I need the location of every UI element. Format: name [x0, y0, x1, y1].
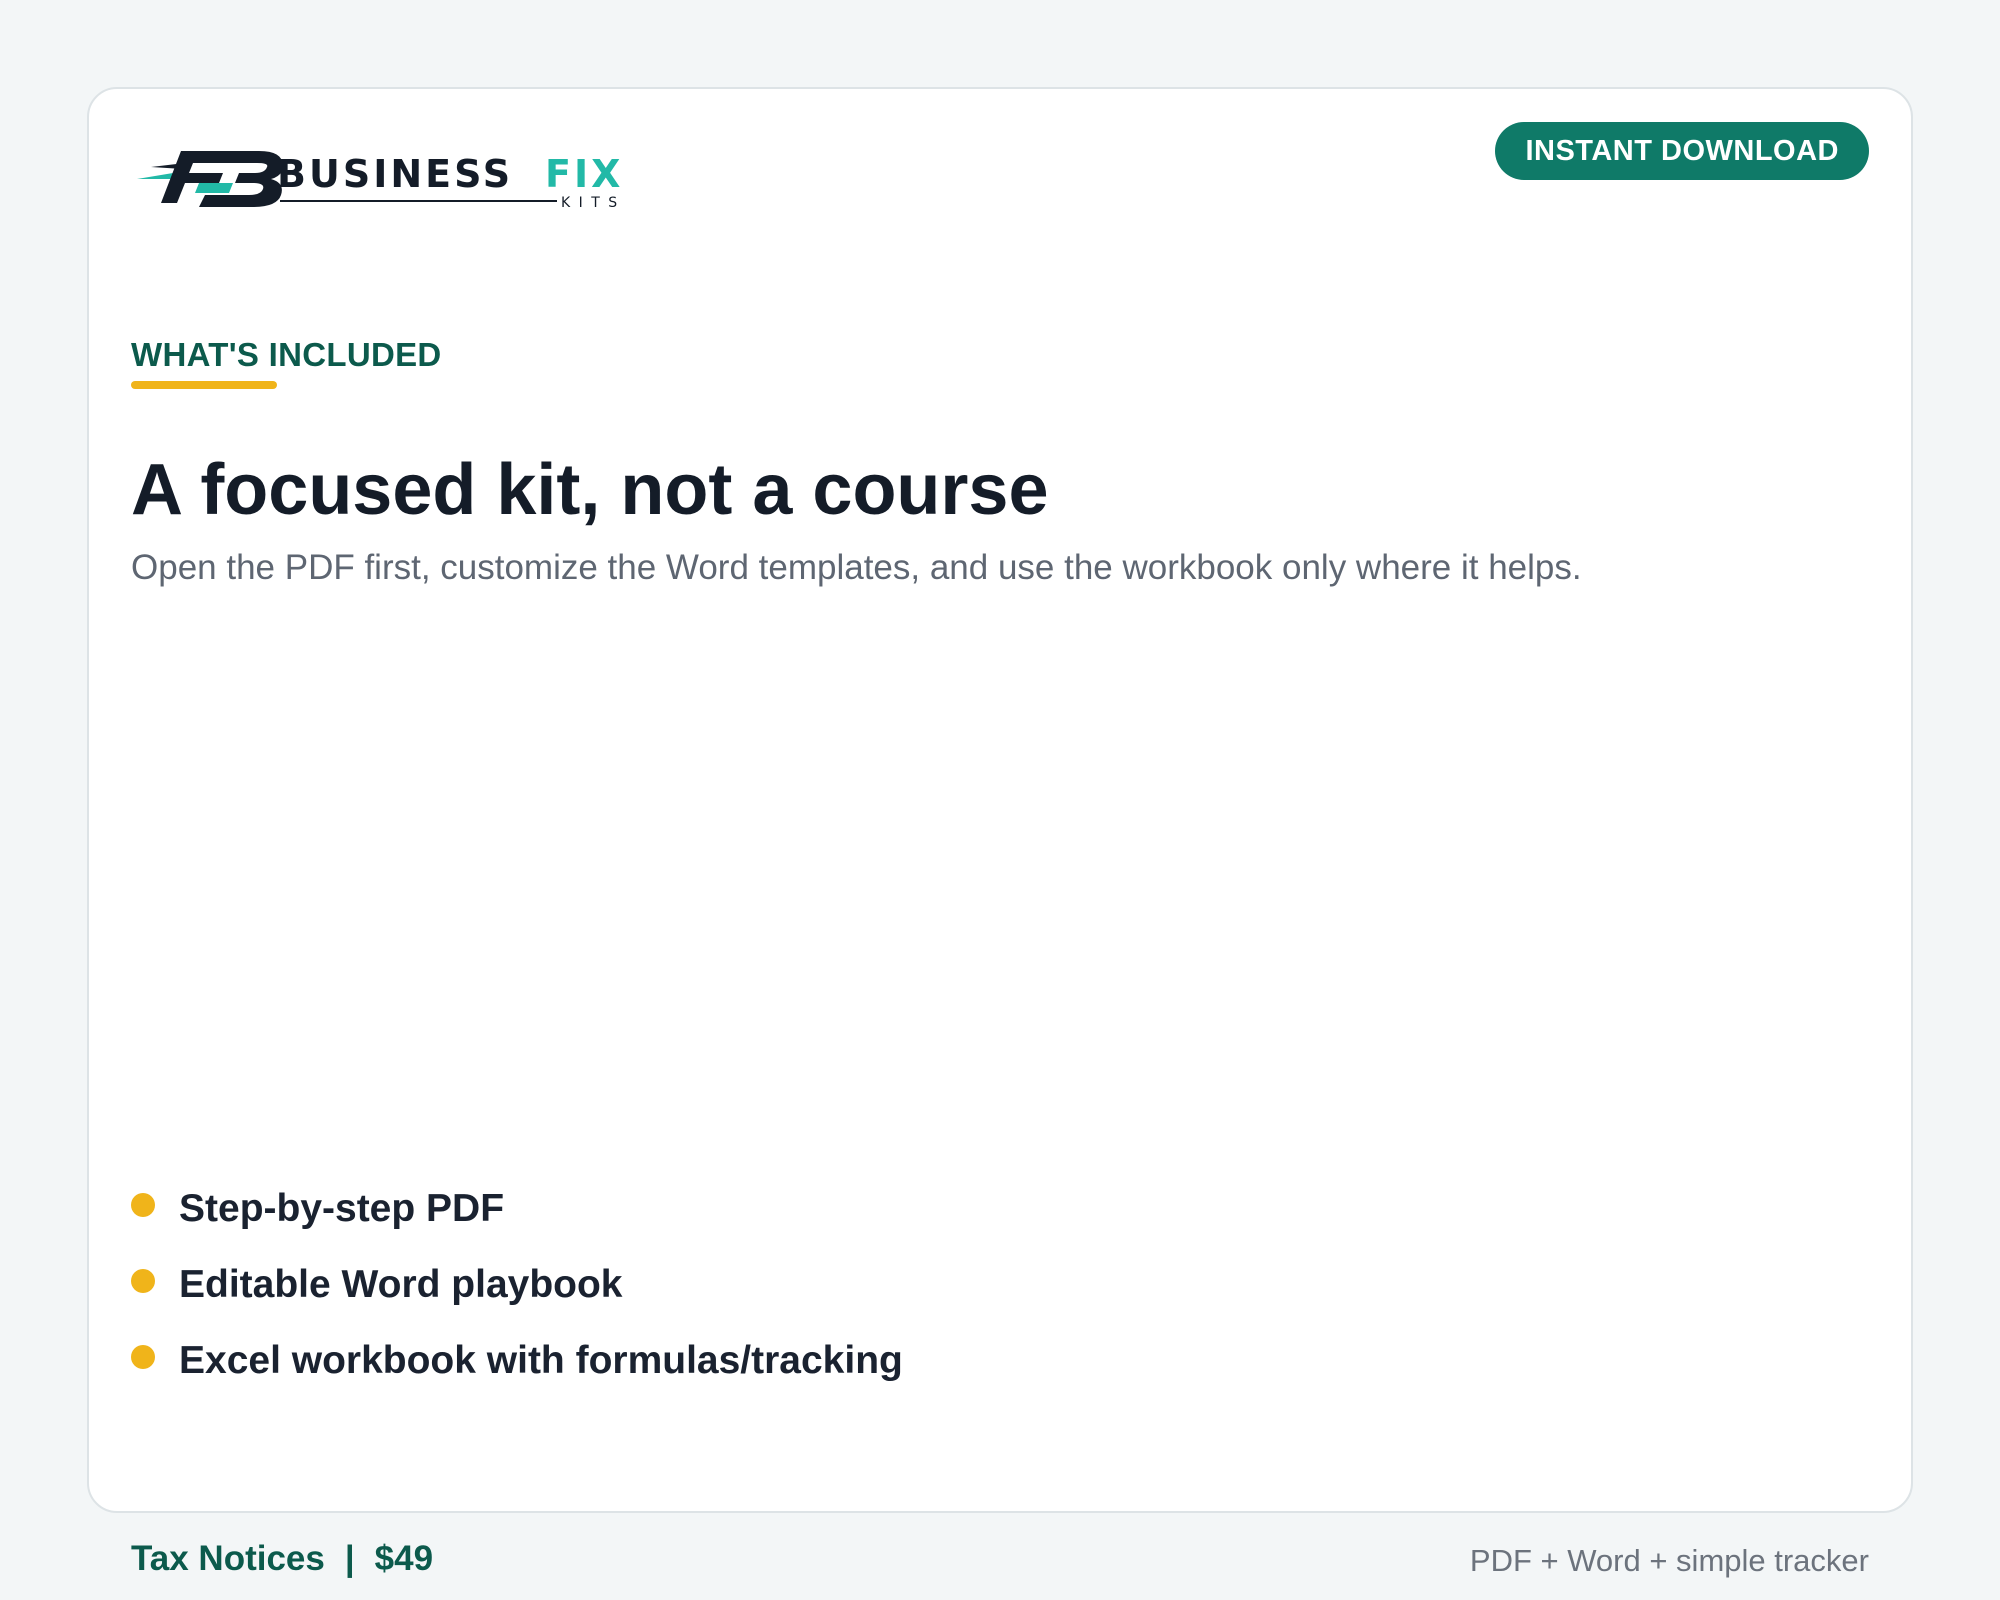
bullet-dot-icon [131, 1269, 155, 1293]
section-eyebrow: WHAT'S INCLUDED [131, 336, 442, 373]
product-card: BUSINESS FIX K I T S INSTANT DOWNLOAD WH… [87, 87, 1913, 1578]
product-price-label: Tax Notices | $49 [131, 1539, 433, 1579]
bullet-dot-icon [131, 1345, 155, 1369]
instant-download-button[interactable]: INSTANT DOWNLOAD [1495, 122, 1869, 180]
feature-label: Step-by-step PDF [179, 1187, 505, 1230]
fb-monogram-icon: BUSINESS FIX K I T S [137, 151, 623, 211]
list-item: Excel workbook with formulas/tracking [131, 1323, 903, 1399]
brand-name-part2: FIX [545, 152, 623, 196]
feature-list: Step-by-step PDF Editable Word playbook … [131, 1171, 903, 1399]
page-subtitle: Open the PDF first, customize the Word t… [131, 548, 1582, 587]
included-formats: PDF + Word + simple tracker [1469, 1543, 1869, 1578]
product-name: Tax Notices [131, 1539, 325, 1578]
product-price: $49 [374, 1539, 434, 1578]
feature-label: Editable Word playbook [179, 1263, 623, 1306]
brand-subname: K I T S [561, 195, 619, 211]
footer-separator: | [344, 1539, 355, 1578]
brand-name-part1: BUSINESS [277, 152, 513, 196]
eyebrow-underline [131, 381, 277, 389]
list-item: Step-by-step PDF [131, 1171, 903, 1247]
brand-logo[interactable]: BUSINESS FIX K I T S [137, 117, 657, 217]
page-title: A focused kit, not a course [131, 450, 1049, 530]
list-item: Editable Word playbook [131, 1247, 903, 1323]
bullet-dot-icon [131, 1193, 155, 1217]
feature-label: Excel workbook with formulas/tracking [179, 1339, 903, 1382]
